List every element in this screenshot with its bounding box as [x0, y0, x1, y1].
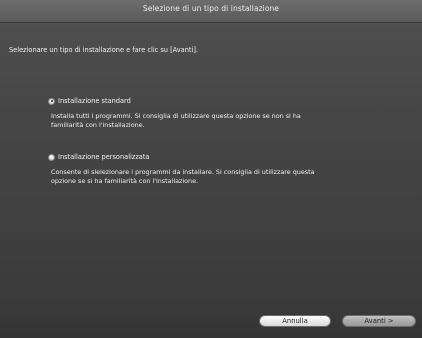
- title-bar: Selezione di un tipo di installazione: [0, 0, 422, 23]
- radio-button[interactable]: [48, 153, 55, 161]
- option-description-standard: Installa tutti i programmi. Si consiglia…: [51, 112, 351, 129]
- radio-button-selected[interactable]: [48, 97, 55, 105]
- option-label-standard[interactable]: Installazione standard: [58, 97, 131, 105]
- description-line: familiarità con l'installazione.: [51, 120, 145, 129]
- description-line: opzione se si ha familiarità con l'insta…: [51, 176, 199, 185]
- cancel-button[interactable]: Annulla: [259, 315, 331, 327]
- option-label-custom[interactable]: Installazione personalizzata: [58, 153, 149, 161]
- option-description-custom: Consente di slelezionare i programmi da …: [51, 168, 351, 185]
- window-title: Selezione di un tipo di installazione: [142, 4, 280, 13]
- instruction-text: Selezionare un tipo di installazione e f…: [9, 46, 198, 54]
- radio-standard-install[interactable]: Installazione standard: [48, 97, 131, 105]
- installer-window: Selezione di un tipo di installazione Se…: [0, 0, 422, 338]
- radio-custom-install[interactable]: Installazione personalizzata: [48, 153, 149, 161]
- next-button[interactable]: Avanti >: [342, 315, 416, 327]
- description-line: Consente di slelezionare i programmi da …: [51, 168, 315, 176]
- description-line: Installa tutti i programmi. Si consiglia…: [51, 112, 301, 120]
